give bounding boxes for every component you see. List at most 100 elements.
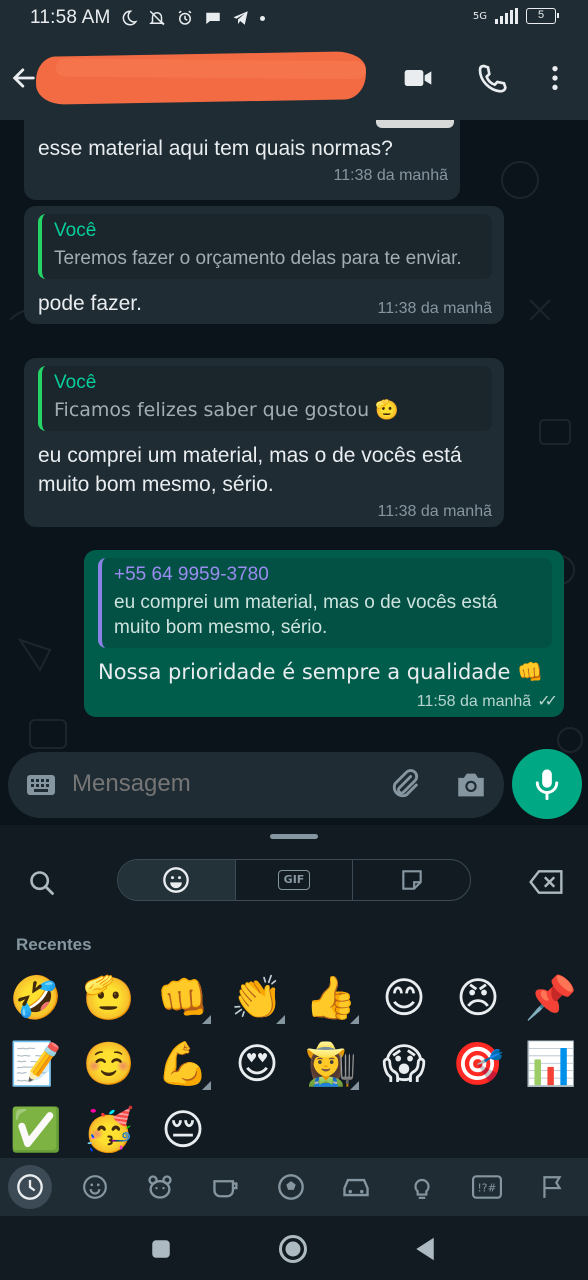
quote-text: Teremos fazer o orçamento delas para te …: [54, 248, 462, 269]
emoji-item[interactable]: 👍: [303, 970, 359, 1026]
symbols-icon: !?#: [472, 1175, 502, 1199]
category-animals[interactable]: [138, 1165, 182, 1209]
emoji-item[interactable]: ✅: [8, 1102, 64, 1158]
skin-tone-indicator: [202, 1015, 211, 1024]
category-food[interactable]: [204, 1165, 248, 1209]
quote-author: Você: [54, 220, 97, 241]
keyboard-icon[interactable]: [26, 773, 56, 797]
message-time: 11:38 da manhã: [333, 167, 448, 184]
emoji-item[interactable]: 📊: [523, 1036, 579, 1092]
emoji-item[interactable]: 📌: [523, 970, 579, 1026]
dot-icon: [260, 15, 266, 21]
emoji-item[interactable]: 😠: [450, 970, 506, 1026]
message-outgoing[interactable]: +55 64 9959-3780 eu comprei um material,…: [84, 550, 564, 717]
status-bar: 11:58 AM 5G 5: [0, 0, 588, 36]
quote-author: +55 64 9959-3780: [114, 564, 269, 585]
skin-tone-indicator: [276, 1015, 285, 1024]
backspace-icon[interactable]: [528, 869, 564, 895]
battery-icon: 5: [526, 8, 559, 24]
quote-text: eu comprei um material, mas o de vocês e…: [114, 592, 498, 638]
camera-icon[interactable]: [454, 768, 488, 802]
system-navigation-bar: [0, 1216, 588, 1280]
video-call-icon[interactable]: [402, 62, 434, 94]
network-type: 5G: [472, 10, 487, 22]
microphone-icon: [535, 769, 559, 801]
status-time: 11:58 AM: [30, 7, 111, 28]
message-incoming[interactable]: esse material aqui tem quais normas? 11:…: [24, 120, 460, 200]
smiley-icon: [163, 867, 190, 893]
message-time-row: 11:58 da manhã ✓✓: [98, 691, 558, 711]
sticker-icon: [401, 870, 422, 890]
bear-icon: [148, 1175, 172, 1199]
quoted-reply[interactable]: Você Ficamos felizes saber que gostou 🫡: [38, 366, 492, 431]
message-text: pode fazer.: [38, 292, 142, 315]
home-icon[interactable]: [278, 1234, 308, 1264]
category-travel[interactable]: [334, 1165, 378, 1209]
emoji-item[interactable]: 👩‍🌾: [303, 1036, 359, 1092]
lightbulb-icon: [414, 1178, 430, 1199]
alarm-icon: [179, 10, 192, 25]
category-recent[interactable]: [8, 1165, 52, 1209]
category-activities[interactable]: [269, 1165, 313, 1209]
emoji-item[interactable]: 👊: [155, 970, 211, 1026]
emoji-item[interactable]: 😔: [155, 1102, 211, 1158]
chat-bubble-icon: [206, 12, 221, 24]
voice-record-button[interactable]: [512, 749, 582, 819]
message-input[interactable]: [72, 770, 372, 798]
emoji-item[interactable]: 👏: [229, 970, 285, 1026]
smiley-icon: [83, 1175, 107, 1199]
notification-icons: [120, 9, 266, 27]
voice-call-icon[interactable]: [476, 62, 508, 94]
emoji-item[interactable]: 💪: [155, 1036, 211, 1092]
emoji-item[interactable]: 😱: [376, 1036, 432, 1092]
car-icon: [343, 1178, 369, 1197]
category-smileys[interactable]: [73, 1165, 117, 1209]
coffee-icon: [213, 1180, 238, 1198]
category-flags[interactable]: [530, 1165, 574, 1209]
attach-icon[interactable]: [388, 768, 422, 802]
tab-gif[interactable]: GIF: [236, 860, 354, 900]
quote-text: Ficamos felizes saber que gostou 🫡: [54, 399, 399, 421]
chat-header: [0, 36, 588, 120]
panel-type-tabs: GIF: [117, 859, 471, 901]
section-title: Recentes: [16, 935, 92, 954]
emoji-item[interactable]: 😍: [229, 1036, 285, 1092]
emoji-item[interactable]: 🎯: [450, 1036, 506, 1092]
skin-tone-indicator: [202, 1081, 211, 1090]
emoji-item[interactable]: ☺️: [81, 1036, 137, 1092]
signal-icon: [495, 8, 518, 24]
search-icon[interactable]: [28, 869, 56, 897]
tab-emoji[interactable]: [118, 860, 236, 900]
emoji-item[interactable]: 😊: [376, 970, 432, 1026]
message-incoming[interactable]: Você Ficamos felizes saber que gostou 🫡 …: [24, 358, 504, 527]
message-incoming[interactable]: Você Teremos fazer o orçamento delas par…: [24, 206, 504, 324]
contact-name-redacted[interactable]: [35, 51, 367, 105]
quote-author: Você: [54, 372, 97, 393]
quoted-reply[interactable]: Você Teremos fazer o orçamento delas par…: [38, 214, 492, 279]
gif-label: GIF: [278, 870, 310, 890]
clock-icon: [17, 1174, 43, 1200]
back-arrow-icon[interactable]: [10, 64, 38, 92]
image-thumbnail-edge: [376, 120, 454, 128]
message-text: eu comprei um material, mas o de vocês e…: [38, 444, 462, 496]
drag-handle[interactable]: [270, 834, 318, 839]
soccer-ball-icon: [278, 1174, 304, 1200]
more-options-icon[interactable]: [539, 62, 571, 94]
message-time: 11:38 da manhã: [377, 503, 492, 520]
emoji-item[interactable]: 📝: [8, 1036, 64, 1092]
category-objects[interactable]: [400, 1165, 444, 1209]
category-symbols[interactable]: !?#: [465, 1165, 509, 1209]
emoji-item[interactable]: 🥳: [81, 1102, 137, 1158]
skin-tone-indicator: [350, 1081, 359, 1090]
emoji-item[interactable]: 🫡: [81, 970, 137, 1026]
emoji-item[interactable]: 🤣: [8, 970, 64, 1026]
back-nav-icon[interactable]: [410, 1234, 440, 1264]
message-time: 11:58 da manhã: [416, 693, 532, 710]
tab-stickers[interactable]: [353, 860, 470, 900]
battery-level: 5: [537, 9, 545, 21]
quoted-reply[interactable]: +55 64 9959-3780 eu comprei um material,…: [98, 558, 552, 648]
svg-text:!?#: !?#: [478, 1181, 497, 1194]
recent-apps-icon[interactable]: [146, 1234, 176, 1264]
moon-icon: [123, 10, 138, 26]
chat-area[interactable]: esse material aqui tem quais normas? 11:…: [0, 120, 588, 825]
